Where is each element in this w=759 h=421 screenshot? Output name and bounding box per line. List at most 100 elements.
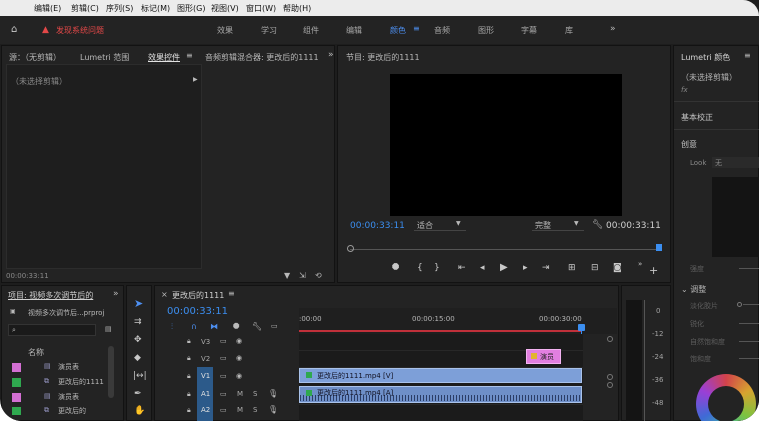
- go-to-out-icon[interactable]: ⇥: [542, 264, 550, 273]
- microphone-icon[interactable]: 🎙︎: [268, 390, 278, 398]
- captions-icon[interactable]: ▭: [271, 323, 278, 330]
- audio-clip[interactable]: 更改后的1111.mp4 [A]: [299, 386, 582, 403]
- program-title[interactable]: 节目: 更改后的1111: [346, 52, 420, 63]
- wrench-icon[interactable]: 🔧︎: [252, 323, 262, 331]
- lock-icon[interactable]: 🔒︎: [187, 373, 191, 380]
- track-name-v3[interactable]: V3: [201, 338, 210, 346]
- linked-selection-icon[interactable]: ⧓: [210, 323, 218, 331]
- track-name-v1[interactable]: V1: [201, 372, 210, 380]
- track-name-a2[interactable]: A2: [201, 406, 210, 414]
- project-item[interactable]: ⧉ 更改后的1111: [12, 376, 112, 389]
- timeline-timecode[interactable]: 00:00:33:11: [167, 306, 228, 317]
- new-bin-icon[interactable]: ▤: [105, 326, 112, 333]
- mute-button[interactable]: M: [237, 390, 243, 398]
- faded-film-slider[interactable]: [743, 304, 759, 305]
- scroll-handle[interactable]: [607, 336, 613, 342]
- step-forward-icon[interactable]: ▸: [523, 264, 528, 273]
- tab-color[interactable]: 颜色: [390, 25, 406, 36]
- camera-icon[interactable]: ◙: [613, 264, 622, 273]
- program-playhead-timecode[interactable]: 00:00:33:11: [350, 221, 405, 231]
- menu-edit[interactable]: 编辑(E): [34, 3, 61, 14]
- system-warning-label[interactable]: 发现系统问题: [56, 25, 104, 36]
- intensity-slider[interactable]: [739, 268, 759, 269]
- tab-effects[interactable]: 效果: [217, 25, 233, 36]
- step-back-icon[interactable]: ◂: [480, 264, 485, 273]
- pen-tool-icon[interactable]: ✒: [134, 390, 142, 399]
- tab-audio-clip-mixer[interactable]: 音频剪辑混合器: 更改后的1111: [205, 52, 319, 63]
- sync-lock-icon[interactable]: ▭: [220, 355, 227, 362]
- saturation-slider[interactable]: [739, 358, 759, 359]
- vibrance-slider[interactable]: [739, 341, 759, 342]
- track-name-v2[interactable]: V2: [201, 355, 210, 363]
- tab-captions[interactable]: 字幕: [521, 25, 537, 36]
- home-icon[interactable]: ⌂: [11, 25, 17, 35]
- snap-icon[interactable]: ∩: [191, 323, 197, 331]
- scrub-start-handle[interactable]: [347, 245, 354, 252]
- program-playhead[interactable]: [656, 244, 662, 251]
- ripple-edit-tool-icon[interactable]: ✥: [134, 336, 142, 345]
- microphone-icon[interactable]: 🎙︎: [268, 406, 278, 414]
- more-workspaces-icon[interactable]: »: [610, 25, 616, 34]
- sync-lock-icon[interactable]: ▭: [220, 391, 227, 398]
- menu-marker[interactable]: 标记(M): [141, 3, 170, 14]
- project-scrollbar[interactable]: [108, 346, 114, 398]
- program-scrub-bar[interactable]: [350, 249, 660, 250]
- basic-correction-section[interactable]: 基本校正: [681, 112, 713, 123]
- menu-clip[interactable]: 剪辑(C): [71, 3, 99, 14]
- tab-lumetri-scopes[interactable]: Lumetri 范围: [80, 52, 129, 63]
- project-item[interactable]: ▤ 演员表: [12, 391, 112, 404]
- panel-menu-icon[interactable]: ≡: [228, 290, 235, 298]
- tab-audio[interactable]: 音频: [434, 25, 450, 36]
- sync-lock-icon[interactable]: ▭: [220, 338, 227, 345]
- lock-icon[interactable]: 🔒︎: [187, 391, 191, 398]
- tab-assembly[interactable]: 组件: [303, 25, 319, 36]
- more-panels-icon[interactable]: »: [328, 51, 334, 60]
- menu-help[interactable]: 帮助(H): [283, 3, 311, 14]
- title-clip[interactable]: 演员: [526, 349, 561, 364]
- solo-button[interactable]: S: [253, 406, 257, 414]
- more-controls-icon[interactable]: »: [638, 261, 642, 268]
- tab-source[interactable]: 源：（无剪辑）: [9, 52, 61, 63]
- lift-icon[interactable]: ⊞: [568, 264, 576, 273]
- more-panels-icon[interactable]: »: [113, 290, 119, 299]
- sync-lock-icon[interactable]: ▭: [220, 373, 227, 380]
- project-item[interactable]: ⧉ 更改后的: [12, 405, 112, 415]
- tab-editing[interactable]: 编辑: [346, 25, 362, 36]
- tab-graphics[interactable]: 图形: [478, 25, 494, 36]
- color-wheel[interactable]: [696, 374, 756, 421]
- sync-lock-icon[interactable]: ▭: [220, 407, 227, 414]
- panel-menu-icon[interactable]: ≡: [186, 52, 193, 60]
- mark-in-icon[interactable]: {: [417, 264, 423, 273]
- faded-film-slider-handle[interactable]: [737, 302, 742, 307]
- filter-icon[interactable]: ▼: [284, 272, 290, 280]
- eye-icon[interactable]: ◉: [236, 338, 242, 345]
- extract-icon[interactable]: ⊟: [591, 264, 599, 273]
- sequence-tab[interactable]: 更改后的1111: [172, 290, 224, 301]
- mute-button[interactable]: M: [237, 406, 243, 414]
- tab-libraries[interactable]: 库: [565, 25, 573, 36]
- panel-menu-icon[interactable]: ≡: [744, 52, 751, 60]
- adjust-section[interactable]: ⌄ 调整: [681, 284, 706, 295]
- lock-icon[interactable]: 🔒︎: [187, 407, 191, 414]
- menu-view[interactable]: 视图(V): [211, 3, 239, 14]
- quality-dropdown[interactable]: 完整 ▼: [532, 219, 584, 231]
- project-item[interactable]: ▤ 演员表: [12, 361, 112, 374]
- eye-icon[interactable]: ◉: [236, 355, 242, 362]
- add-marker-icon[interactable]: ⯃: [233, 323, 239, 331]
- creative-section[interactable]: 创意: [681, 139, 697, 150]
- look-dropdown[interactable]: 无: [712, 157, 759, 168]
- nest-icon[interactable]: ⫶: [171, 323, 173, 331]
- column-name-header[interactable]: 名称: [28, 347, 44, 358]
- selection-tool-icon[interactable]: ➤: [134, 298, 143, 309]
- razor-tool-icon[interactable]: ◆: [134, 354, 141, 363]
- lock-icon[interactable]: 🔒︎: [187, 355, 191, 362]
- wrench-icon[interactable]: 🔧︎: [592, 221, 603, 230]
- eye-icon[interactable]: ◉: [236, 373, 242, 380]
- project-title[interactable]: 项目: 视频多次调节后的: [8, 290, 93, 301]
- solo-button[interactable]: S: [253, 390, 257, 398]
- lock-icon[interactable]: 🔒︎: [187, 338, 191, 345]
- track-name-a1[interactable]: A1: [201, 390, 210, 398]
- slip-tool-icon[interactable]: |↔|: [133, 372, 147, 381]
- project-search-input[interactable]: ⌕: [8, 324, 96, 336]
- scroll-handle[interactable]: [607, 382, 613, 388]
